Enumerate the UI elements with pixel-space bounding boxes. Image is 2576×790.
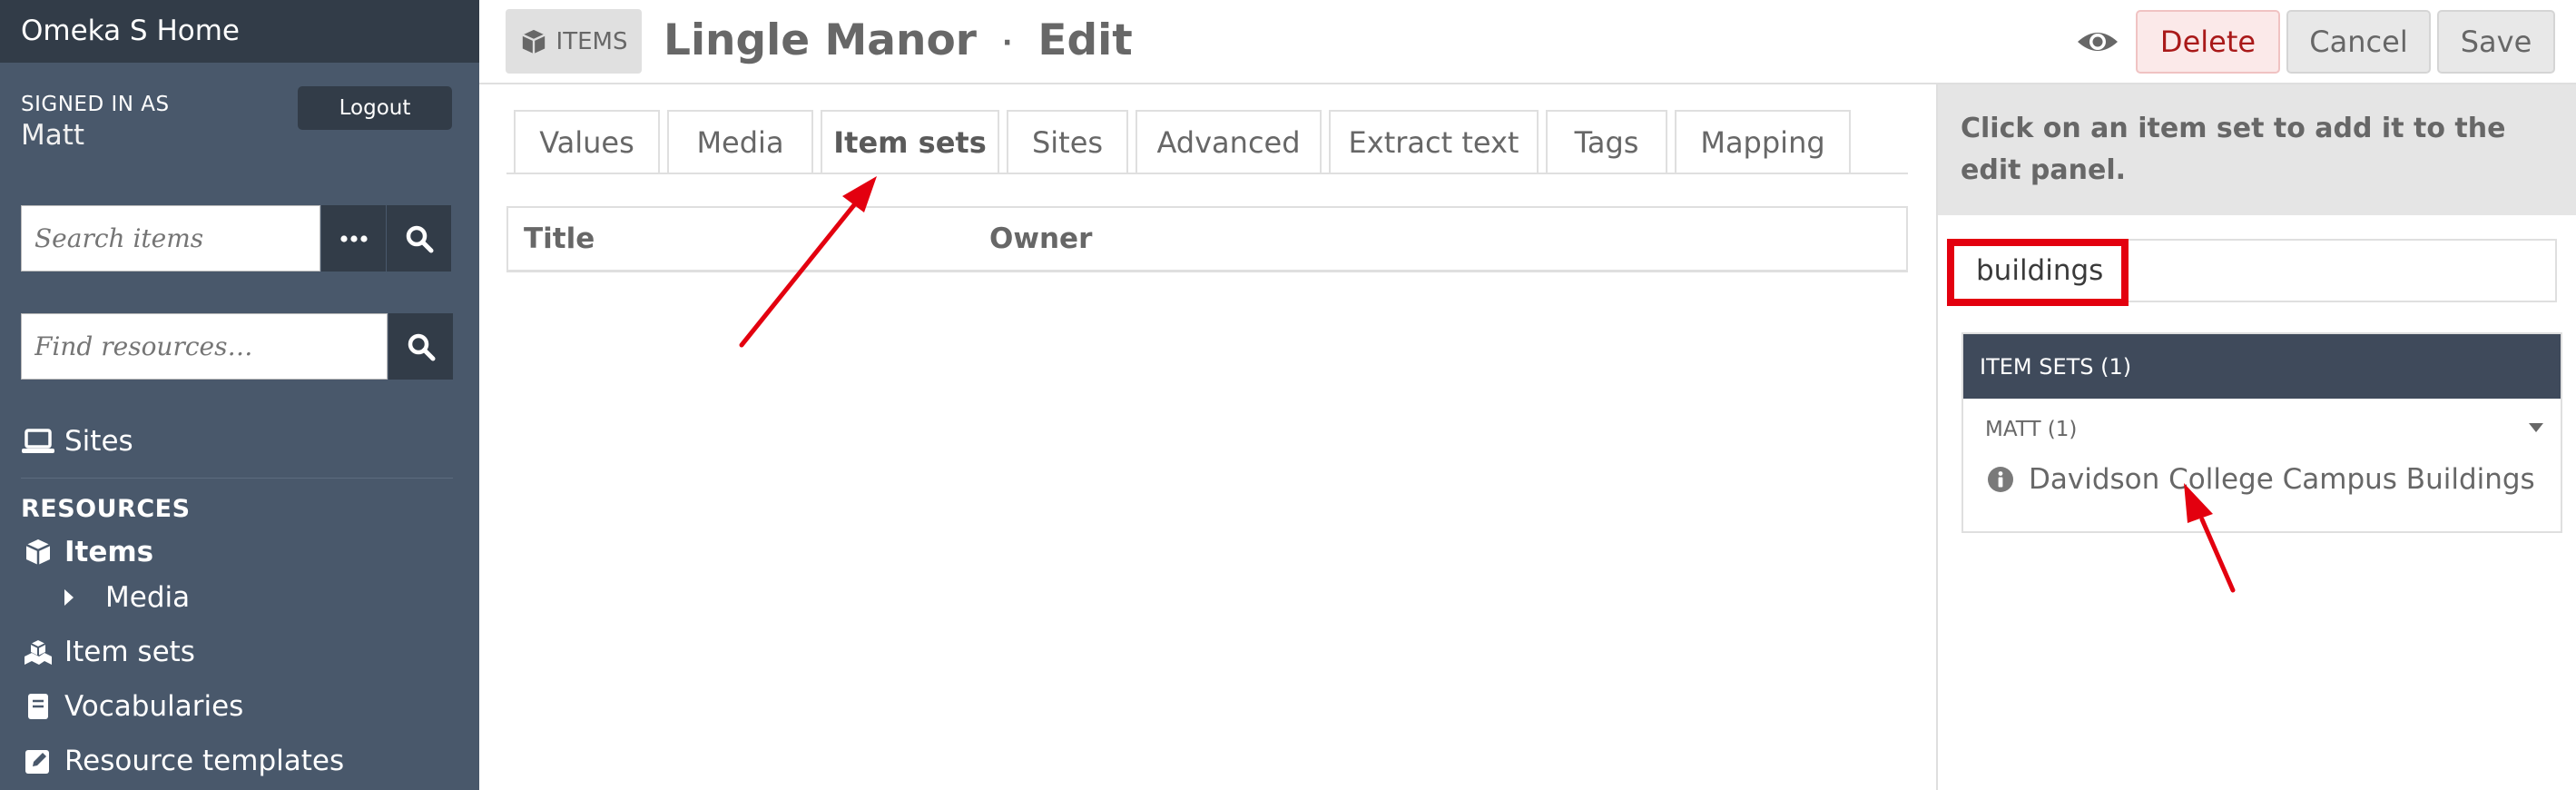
page-title: Lingle Manor · Edit — [664, 13, 1133, 72]
sidebar: Omeka S Home SIGNED IN AS Matt Logout Si… — [0, 0, 479, 790]
logout-button[interactable]: Logout — [298, 86, 452, 130]
selector-instruction: Click on an item set to add it to the ed… — [1938, 84, 2576, 215]
delete-button[interactable]: Delete — [2136, 10, 2280, 74]
tab-values[interactable]: Values — [514, 110, 660, 173]
caret-down-icon[interactable] — [2528, 421, 2544, 434]
nav-items[interactable]: Items — [21, 536, 153, 568]
book-icon — [21, 692, 55, 721]
page-mode: Edit — [1037, 15, 1133, 65]
nav-vocabularies-label: Vocabularies — [64, 690, 244, 723]
items-badge[interactable]: ITEMS — [506, 9, 642, 74]
tab-extract-text[interactable]: Extract text — [1329, 110, 1539, 173]
tab-sites[interactable]: Sites — [1007, 110, 1128, 173]
search-icon — [408, 333, 435, 360]
item-search-form — [21, 205, 451, 272]
cubes-icon — [21, 637, 55, 667]
find-resources-input[interactable] — [21, 313, 388, 380]
info-icon[interactable] — [1987, 466, 2014, 493]
search-items-input[interactable] — [21, 205, 320, 272]
user-info: SIGNED IN AS Matt Logout — [0, 63, 479, 170]
item-set-selector: Click on an item set to add it to the ed… — [1936, 84, 2576, 790]
search-items-button[interactable] — [386, 205, 451, 272]
caret-right-icon — [60, 583, 78, 612]
column-title-header: Title — [524, 222, 595, 255]
item-sets-group-header: ITEM SETS (1) — [1963, 334, 2561, 399]
nav-items-label: Items — [64, 536, 154, 568]
nav-resource-templates-label: Resource templates — [64, 745, 345, 777]
resources-heading: RESOURCES — [21, 495, 191, 523]
cube-icon — [521, 29, 546, 54]
title-separator: · — [1001, 26, 1013, 59]
save-button[interactable]: Save — [2437, 10, 2555, 74]
find-resources-button[interactable] — [388, 313, 453, 380]
tab-advanced[interactable]: Advanced — [1136, 110, 1322, 173]
item-sets-list: ITEM SETS (1) MATT (1) Davidson College … — [1961, 332, 2562, 533]
column-owner-header: Owner — [989, 222, 1093, 255]
tab-item-sets[interactable]: Item sets — [821, 110, 999, 173]
nav-item-sets-label: Item sets — [64, 636, 195, 668]
nav-divider — [21, 478, 453, 479]
tab-media[interactable]: Media — [667, 110, 813, 173]
nav-media-label: Media — [105, 581, 191, 614]
item-title: Lingle Manor — [664, 15, 977, 65]
nav-item-sets[interactable]: Item sets — [21, 636, 195, 668]
owner-group-label[interactable]: MATT (1) — [1985, 418, 2077, 441]
nav-resource-templates[interactable]: Resource templates — [21, 745, 344, 777]
advanced-search-button[interactable] — [320, 205, 386, 272]
ellipsis-icon — [339, 234, 368, 242]
item-set-entry[interactable]: Davidson College Campus Buildings — [1987, 463, 2535, 496]
home-link[interactable]: Omeka S Home — [0, 0, 479, 63]
item-sets-table: Title Owner — [506, 206, 1908, 272]
resource-search-form — [21, 313, 453, 380]
items-badge-label: ITEMS — [556, 27, 628, 55]
section-tabs: Values Media Item sets Sites Advanced Ex… — [514, 110, 1851, 173]
tab-tags[interactable]: Tags — [1546, 110, 1667, 173]
eye-icon[interactable] — [2075, 24, 2120, 60]
edit-icon — [21, 746, 55, 775]
laptop-icon — [21, 427, 55, 456]
search-icon — [406, 225, 433, 252]
nav-vocabularies[interactable]: Vocabularies — [21, 690, 243, 723]
cancel-button[interactable]: Cancel — [2286, 10, 2431, 74]
tab-mapping[interactable]: Mapping — [1675, 110, 1851, 173]
item-set-filter-input[interactable] — [1952, 239, 2557, 302]
cube-icon — [21, 538, 55, 567]
nav-sites[interactable]: Sites — [21, 425, 133, 458]
tab-underline — [506, 173, 1908, 174]
page-header: ITEMS Lingle Manor · Edit Delete Cancel Sa… — [479, 0, 2576, 84]
nav-media[interactable]: Media — [60, 581, 190, 614]
nav-sites-label: Sites — [64, 425, 133, 458]
item-set-entry-label: Davidson College Campus Buildings — [2029, 463, 2535, 496]
